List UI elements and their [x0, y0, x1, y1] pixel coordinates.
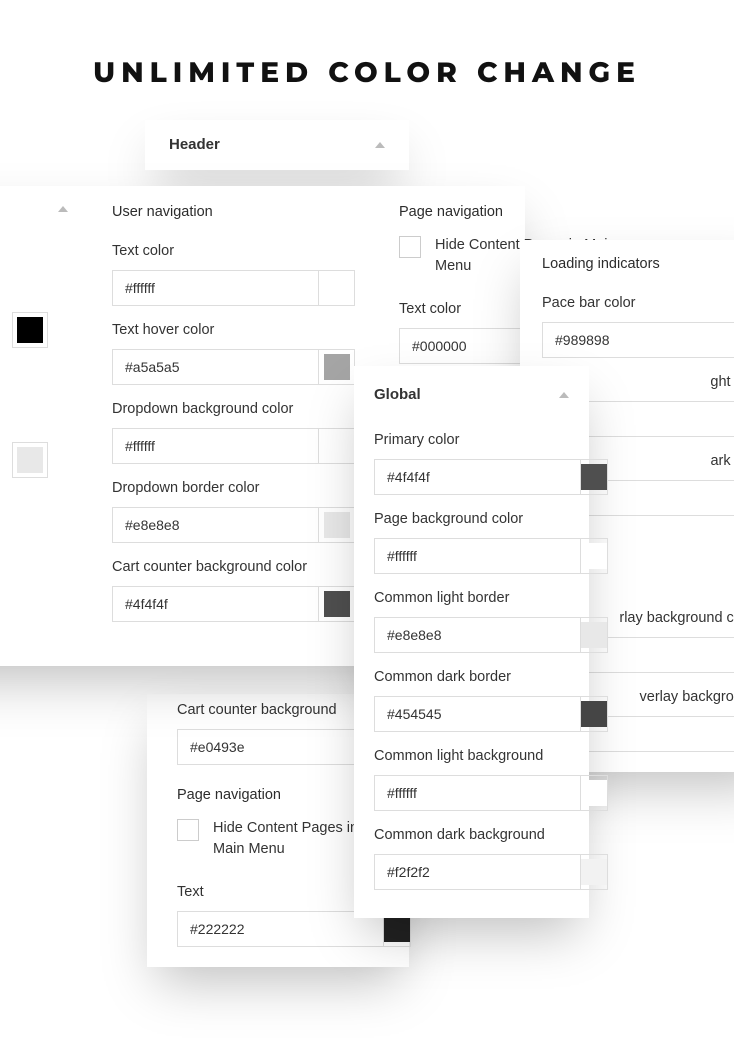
light-border-input[interactable]: [374, 617, 581, 653]
page-title: UNLIMITED COLOR CHANGE: [0, 56, 734, 90]
caret-up-icon: [559, 392, 569, 398]
primary-color-input[interactable]: [374, 459, 581, 495]
dropdown-border-swatch[interactable]: [319, 507, 355, 543]
light-border-label: Common light border: [374, 588, 569, 609]
dark-bg-input[interactable]: [374, 854, 581, 890]
cart-counter-bg-swatch[interactable]: [319, 586, 355, 622]
user-nav-heading: User navigation: [112, 202, 355, 235]
page-nav-heading-2: Page navigation: [177, 785, 379, 818]
dark-border-swatch[interactable]: [581, 696, 608, 732]
edge-swatch-black[interactable]: [12, 312, 48, 348]
dark-bg-swatch[interactable]: [581, 854, 608, 890]
page-bg-swatch[interactable]: [581, 538, 608, 574]
dropdown-bg-input[interactable]: [112, 428, 319, 464]
caret-up-icon: [375, 142, 385, 148]
caret-up-icon: [58, 206, 68, 212]
cart-counter-bg-input[interactable]: [112, 586, 319, 622]
cart-counter-bg-input[interactable]: [177, 729, 384, 765]
text-color-label: Text color: [112, 241, 355, 262]
text-hover-input[interactable]: [112, 349, 319, 385]
global-section-title: Global: [374, 384, 421, 406]
light-bg-input[interactable]: [374, 775, 581, 811]
primary-color-label: Primary color: [374, 430, 569, 451]
text-color-label-2: Text: [177, 882, 379, 903]
light-bg-swatch[interactable]: [581, 775, 608, 811]
cart-counter-bg-label: Cart counter background: [177, 700, 379, 721]
page-bg-label: Page background color: [374, 509, 569, 530]
edge-swatch-grey[interactable]: [12, 442, 48, 478]
light-bg-label: Common light background: [374, 746, 569, 767]
text-color-input-2[interactable]: [177, 911, 384, 947]
header-section-title: Header: [169, 134, 220, 156]
global-section-toggle[interactable]: Global: [374, 366, 569, 424]
panel-header: Header: [145, 120, 409, 170]
page-nav-heading: Page navigation: [399, 202, 642, 235]
panel-global: Global Primary color Page background col…: [354, 366, 589, 918]
cart-counter-bg-label: Cart counter background color: [112, 557, 355, 578]
text-color-input[interactable]: [112, 270, 319, 306]
dropdown-bg-swatch[interactable]: [319, 428, 355, 464]
light-border-swatch[interactable]: [581, 617, 608, 653]
dropdown-border-input[interactable]: [112, 507, 319, 543]
primary-color-swatch[interactable]: [581, 459, 608, 495]
text-color-swatch[interactable]: [319, 270, 355, 306]
text-hover-swatch[interactable]: [319, 349, 355, 385]
page-bg-input[interactable]: [374, 538, 581, 574]
dark-border-label: Common dark border: [374, 667, 569, 688]
text-hover-label: Text hover color: [112, 320, 355, 341]
dark-bg-label: Common dark background: [374, 825, 569, 846]
hide-pages-checkbox-2[interactable]: [177, 819, 199, 841]
dropdown-border-label: Dropdown border color: [112, 478, 355, 499]
pace-bar-input[interactable]: [542, 322, 734, 358]
loading-heading: Loading indicators: [542, 254, 734, 287]
header-section-toggle[interactable]: Header: [145, 120, 409, 170]
dark-border-input[interactable]: [374, 696, 581, 732]
pace-bar-label: Pace bar color: [542, 293, 734, 314]
dropdown-bg-label: Dropdown background color: [112, 399, 355, 420]
hide-pages-checkbox[interactable]: [399, 236, 421, 258]
